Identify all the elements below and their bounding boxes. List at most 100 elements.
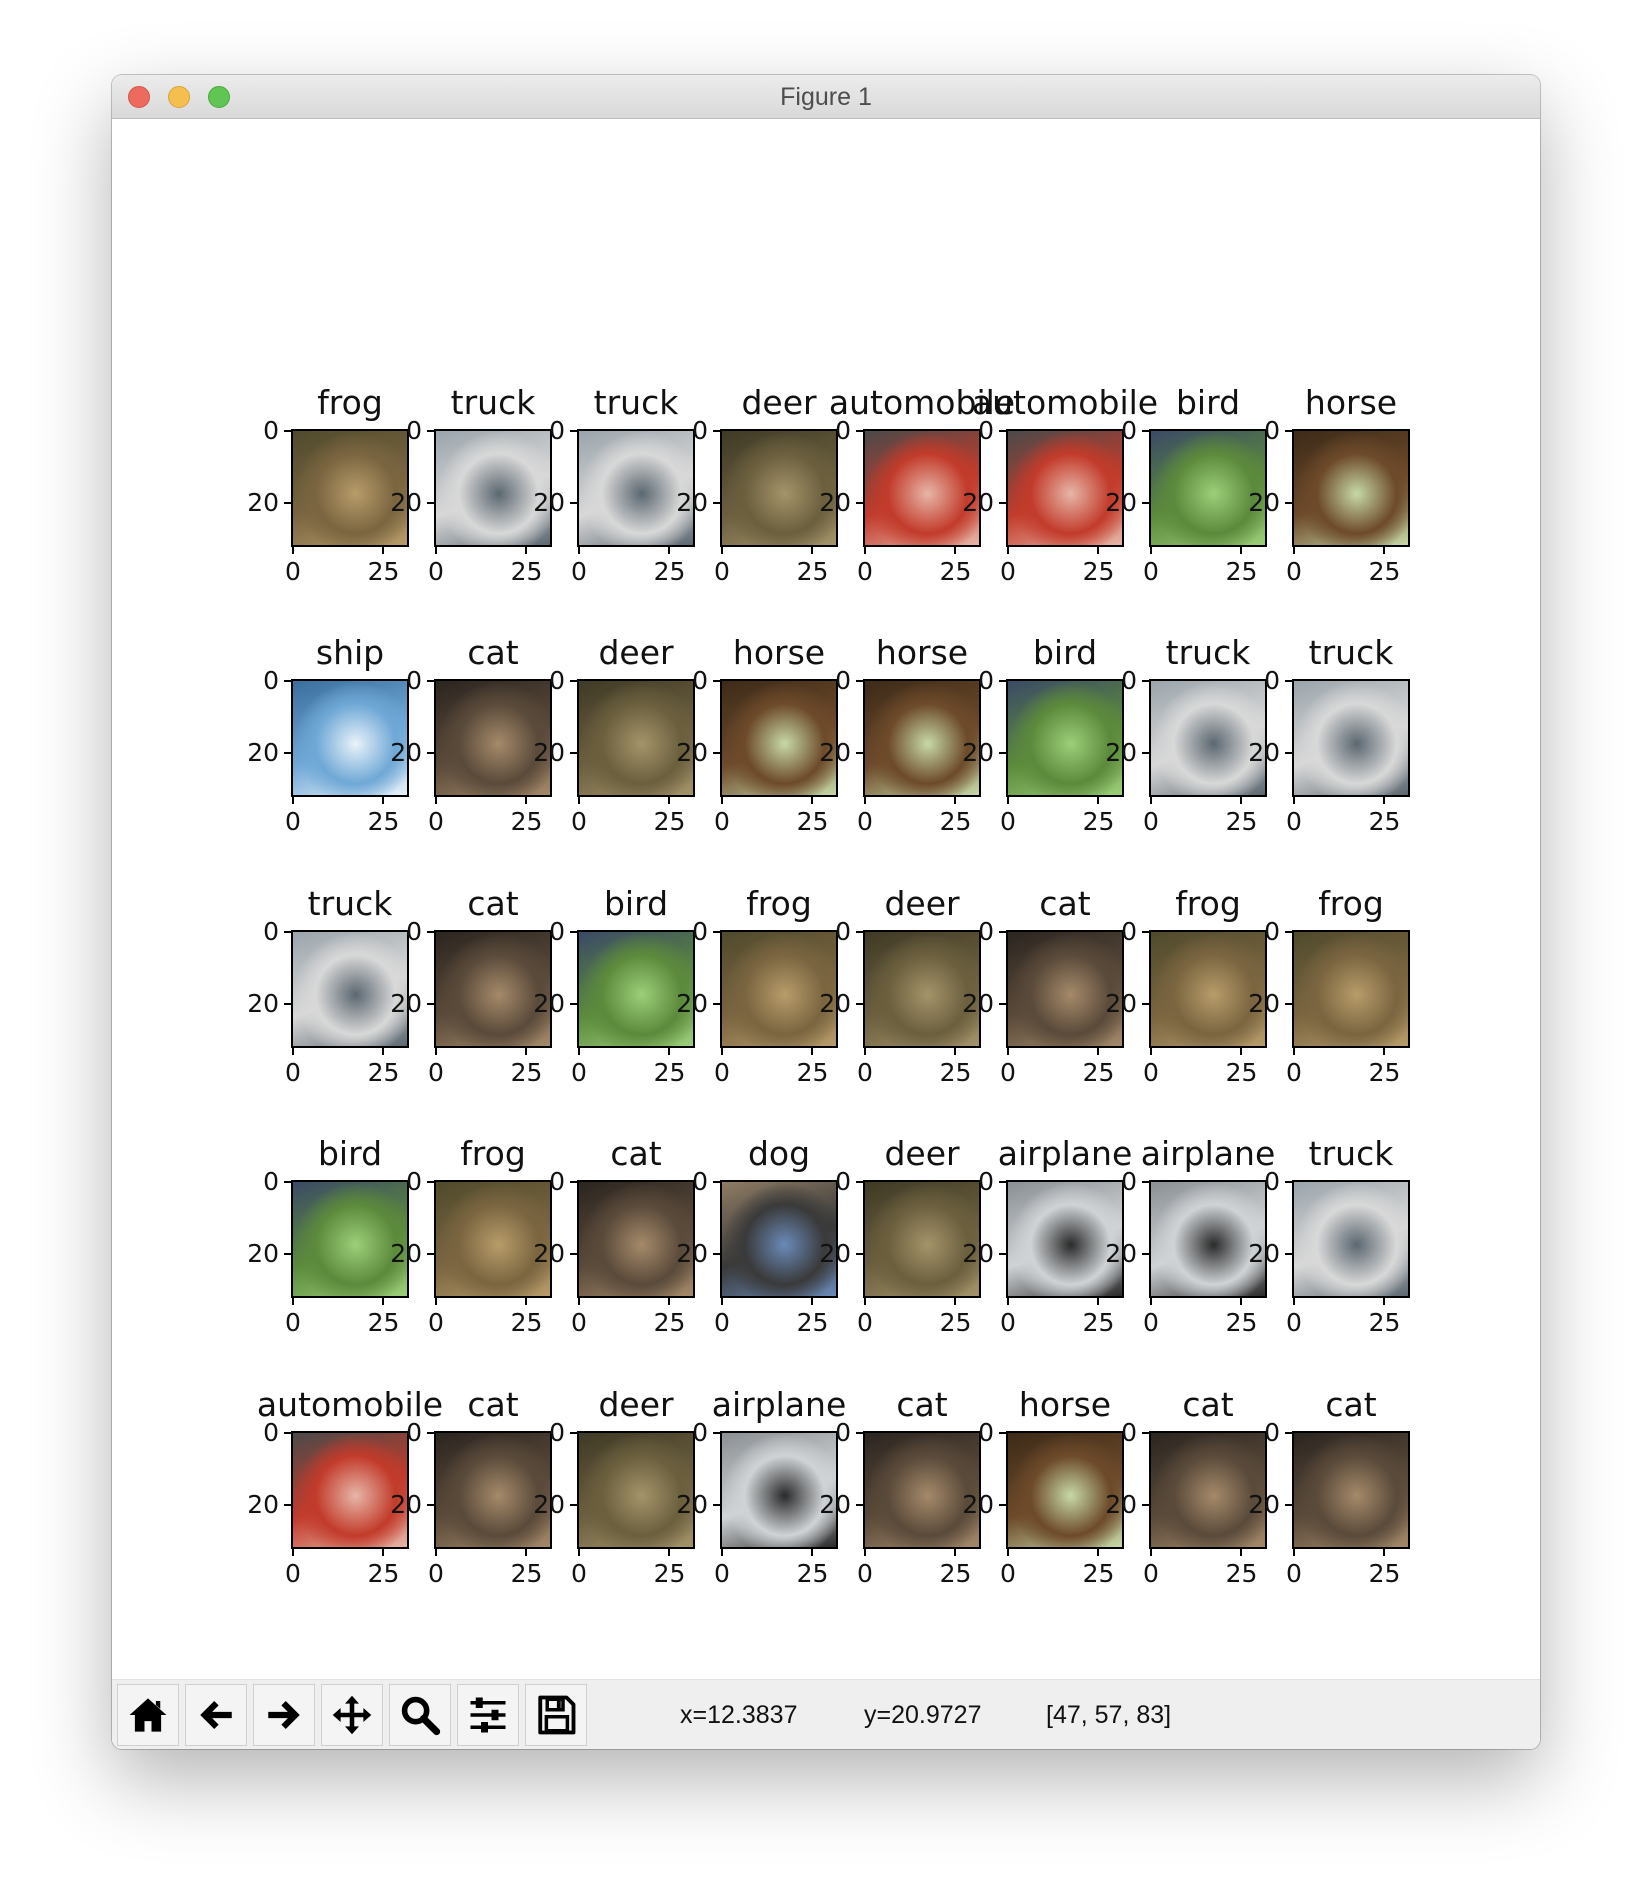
home-button[interactable] <box>117 1684 179 1746</box>
x-tick-label: 0 <box>1143 1308 1159 1337</box>
subplot-title: truck <box>1308 633 1394 672</box>
y-tick-mark <box>284 1253 291 1256</box>
y-tick-label: 0 <box>549 1418 565 1447</box>
x-tick-label: 0 <box>857 1559 873 1588</box>
y-tick-label: 20 <box>533 488 565 518</box>
zoom-button[interactable] <box>389 1684 451 1746</box>
x-tick-label: 25 <box>653 1559 686 1588</box>
subplot-image[interactable] <box>1292 679 1410 797</box>
y-tick-mark <box>713 752 720 755</box>
x-tick-mark <box>1240 1048 1243 1055</box>
y-tick-label: 20 <box>962 1490 994 1520</box>
x-tick-mark <box>578 1048 580 1055</box>
zoom-magnifier-icon <box>401 1696 441 1736</box>
y-tick-label: 20 <box>390 488 422 518</box>
x-tick-label: 25 <box>939 807 972 836</box>
x-tick-label: 0 <box>1286 1058 1302 1087</box>
x-tick-label: 0 <box>428 1308 444 1337</box>
x-tick-mark <box>1007 1298 1009 1305</box>
y-tick-label: 0 <box>406 416 422 445</box>
configure-subplots-button[interactable] <box>457 1684 519 1746</box>
x-tick-label: 25 <box>510 1559 543 1588</box>
y-tick-mark <box>856 430 863 432</box>
y-tick-label: 20 <box>390 1490 422 1520</box>
title-bar[interactable]: Figure 1 <box>112 75 1540 119</box>
y-tick-mark <box>427 1432 434 1434</box>
y-tick-label: 20 <box>1105 488 1137 518</box>
x-tick-label: 0 <box>714 557 730 586</box>
x-tick-mark <box>292 1549 294 1556</box>
x-tick-label: 0 <box>571 1308 587 1337</box>
x-tick-label: 0 <box>1000 807 1016 836</box>
x-tick-label: 25 <box>367 1058 400 1087</box>
y-tick-label: 0 <box>263 917 279 946</box>
subplot-title: horse <box>1304 383 1398 422</box>
x-tick-mark <box>811 797 814 804</box>
x-tick-label: 25 <box>510 1308 543 1337</box>
subplot-image[interactable] <box>1292 1180 1410 1298</box>
subplot-title: truck <box>1308 1134 1394 1173</box>
y-tick-mark <box>1285 1432 1292 1434</box>
save-button[interactable] <box>525 1684 587 1746</box>
y-tick-label: 20 <box>819 738 851 768</box>
x-tick-label: 25 <box>796 1308 829 1337</box>
y-tick-mark <box>1285 1504 1292 1507</box>
back-button[interactable] <box>185 1684 247 1746</box>
y-tick-mark <box>570 752 577 755</box>
x-tick-label: 25 <box>1225 1058 1258 1087</box>
x-tick-label: 0 <box>857 807 873 836</box>
x-tick-mark <box>1383 1298 1386 1305</box>
y-tick-label: 0 <box>263 1418 279 1447</box>
y-tick-mark <box>427 1181 434 1183</box>
subplot-image[interactable] <box>1292 429 1410 547</box>
y-tick-label: 0 <box>835 917 851 946</box>
y-tick-label: 0 <box>1121 666 1137 695</box>
x-tick-mark <box>1150 797 1152 804</box>
y-tick-mark <box>570 680 577 682</box>
x-tick-mark <box>578 1298 580 1305</box>
pan-button[interactable] <box>321 1684 383 1746</box>
y-tick-mark <box>1142 680 1149 682</box>
x-tick-label: 25 <box>1368 1308 1401 1337</box>
y-tick-label: 0 <box>1121 1418 1137 1447</box>
x-tick-label: 25 <box>1368 807 1401 836</box>
subplot-image[interactable] <box>1292 930 1410 1048</box>
x-tick-mark <box>382 797 385 804</box>
x-tick-label: 25 <box>367 807 400 836</box>
subplot-image[interactable] <box>1292 1431 1410 1549</box>
x-tick-label: 0 <box>571 557 587 586</box>
y-tick-mark <box>284 752 291 755</box>
x-tick-mark <box>1097 1298 1100 1305</box>
y-tick-mark <box>284 1003 291 1006</box>
x-tick-mark <box>578 547 580 554</box>
y-tick-mark <box>999 931 1006 933</box>
y-tick-mark <box>999 1253 1006 1256</box>
y-tick-label: 20 <box>533 1490 565 1520</box>
x-tick-mark <box>1293 797 1295 804</box>
y-tick-label: 20 <box>1248 488 1280 518</box>
y-tick-label: 20 <box>676 488 708 518</box>
y-tick-label: 20 <box>676 1490 708 1520</box>
x-tick-mark <box>1007 1048 1009 1055</box>
forward-button[interactable] <box>253 1684 315 1746</box>
y-tick-mark <box>1142 1003 1149 1006</box>
y-tick-mark <box>284 1181 291 1183</box>
y-tick-label: 20 <box>247 1239 279 1269</box>
x-tick-label: 0 <box>428 1058 444 1087</box>
y-tick-label: 0 <box>549 917 565 946</box>
y-tick-label: 20 <box>962 989 994 1019</box>
x-tick-label: 25 <box>1225 1559 1258 1588</box>
figure-canvas[interactable]: frog 0 20 0 25 truck 0 20 0 25 truck 0 20 0 25 deer 0 20 0… <box>112 119 1540 1749</box>
y-tick-label: 20 <box>247 738 279 768</box>
x-tick-label: 0 <box>857 1308 873 1337</box>
x-tick-mark <box>668 1048 671 1055</box>
y-tick-mark <box>1285 1253 1292 1256</box>
y-tick-label: 0 <box>692 666 708 695</box>
y-tick-mark <box>1285 1181 1292 1183</box>
x-tick-label: 0 <box>285 807 301 836</box>
x-tick-label: 25 <box>653 1058 686 1087</box>
y-tick-mark <box>999 430 1006 432</box>
x-tick-label: 0 <box>714 1058 730 1087</box>
x-tick-label: 0 <box>1143 1058 1159 1087</box>
x-tick-mark <box>1007 547 1009 554</box>
